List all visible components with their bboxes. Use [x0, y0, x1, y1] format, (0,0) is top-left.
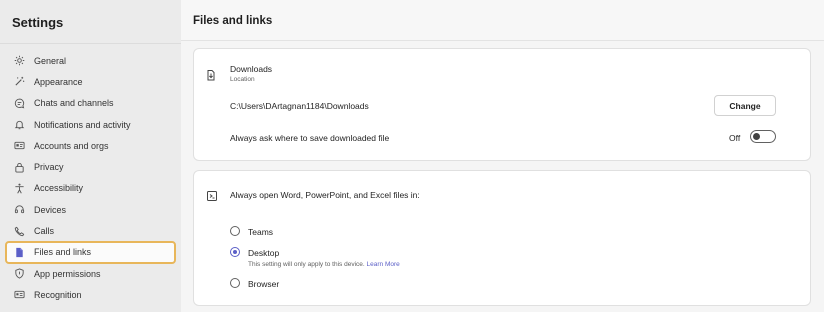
shield-icon	[13, 268, 25, 280]
bell-icon	[13, 119, 25, 131]
learn-more-link[interactable]: Learn More	[367, 261, 400, 268]
sidebar-item-label: Notifications and activity	[34, 119, 131, 130]
sidebar-item-privacy[interactable]: Privacy	[0, 156, 181, 177]
settings-sidebar: Settings General Appearance Chats and ch…	[0, 0, 181, 312]
phone-icon	[13, 225, 25, 237]
radio-teams[interactable]	[230, 226, 240, 236]
sidebar-item-notifications-and-activity[interactable]: Notifications and activity	[0, 114, 181, 135]
sidebar-item-accounts-and-orgs[interactable]: Accounts and orgs	[0, 135, 181, 156]
sidebar-item-recognition[interactable]: Recognition	[0, 284, 181, 305]
downloads-title: Downloads	[230, 64, 273, 74]
downloads-subtitle: Location	[230, 76, 255, 83]
sidebar-item-chats-and-channels[interactable]: Chats and channels	[0, 93, 181, 114]
magic-wand-icon	[13, 76, 25, 88]
option-browser-label[interactable]: Browser	[248, 279, 279, 289]
sidebar-item-label: Appearance	[34, 76, 83, 87]
chat-icon	[13, 97, 25, 109]
sidebar-header: Settings	[0, 0, 181, 44]
page-title: Files and links	[193, 15, 273, 27]
sidebar-item-label: App permissions	[34, 268, 101, 279]
sidebar-title: Settings	[12, 15, 64, 30]
accessibility-icon	[13, 182, 25, 194]
sidebar-item-label: Chats and channels	[34, 98, 114, 109]
desktop-note-text: This setting will only apply to this dev…	[248, 261, 365, 268]
sidebar-item-app-permissions[interactable]: App permissions	[0, 263, 181, 284]
open-app-icon	[206, 189, 218, 207]
settings-content: Files and links Downloads Location C:\Us…	[181, 0, 824, 312]
always-ask-label: Always ask where to save downloaded file	[230, 133, 390, 143]
download-path: C:\Users\DArtagnan1184\Downloads	[230, 101, 369, 111]
id-card-icon	[13, 140, 25, 152]
open-files-card: Always open Word, PowerPoint, and Excel …	[193, 170, 811, 306]
sidebar-item-label: Files and links	[34, 247, 92, 258]
change-button[interactable]: Change	[714, 95, 776, 116]
toggle-knob	[753, 133, 760, 140]
sidebar-item-calls[interactable]: Calls	[0, 220, 181, 241]
desktop-note: This setting will only apply to this dev…	[248, 261, 400, 268]
recognition-icon	[13, 289, 25, 301]
sidebar-nav: General Appearance Chats and channels No…	[0, 50, 181, 306]
lock-icon	[13, 161, 25, 173]
open-files-title: Always open Word, PowerPoint, and Excel …	[230, 190, 420, 200]
sidebar-item-appearance[interactable]: Appearance	[0, 71, 181, 92]
downloads-card: Downloads Location C:\Users\DArtagnan118…	[193, 48, 811, 161]
always-ask-state: Off	[729, 133, 741, 143]
sidebar-item-general[interactable]: General	[0, 50, 181, 71]
radio-browser[interactable]	[230, 278, 240, 288]
download-folder-icon	[205, 68, 217, 86]
option-desktop-label[interactable]: Desktop	[248, 248, 279, 258]
sidebar-item-files-and-links[interactable]: Files and links	[5, 240, 176, 264]
document-icon	[13, 246, 25, 258]
sidebar-item-label: Recognition	[34, 289, 82, 300]
sidebar-item-label: General	[34, 55, 67, 66]
content-header: Files and links	[181, 0, 824, 41]
sidebar-item-label: Devices	[34, 204, 67, 215]
sidebar-item-label: Accounts and orgs	[34, 140, 109, 151]
option-teams-label[interactable]: Teams	[248, 227, 273, 237]
sidebar-item-devices[interactable]: Devices	[0, 199, 181, 220]
always-ask-toggle[interactable]	[750, 130, 776, 143]
gear-icon	[13, 55, 25, 67]
sidebar-item-label: Privacy	[34, 162, 64, 173]
sidebar-item-accessibility[interactable]: Accessibility	[0, 178, 181, 199]
sidebar-item-label: Accessibility	[34, 183, 84, 194]
headset-icon	[13, 204, 25, 216]
sidebar-item-label: Calls	[34, 226, 55, 237]
radio-desktop[interactable]	[230, 247, 240, 257]
